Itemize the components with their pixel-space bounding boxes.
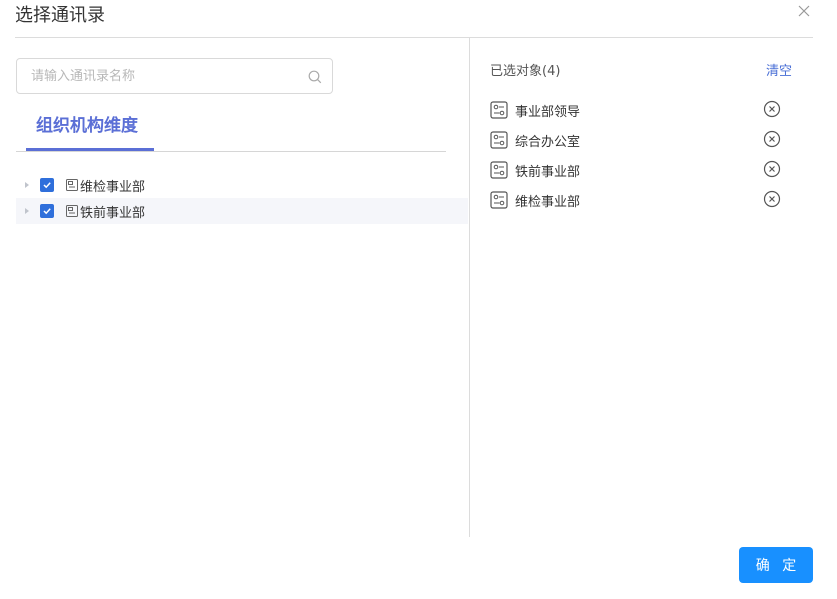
active-tab-indicator — [26, 148, 154, 151]
selected-header: 已选对象(4) 清空 — [490, 60, 792, 79]
dimension-tabs: 组织机构维度 — [16, 104, 446, 152]
select-contacts-dialog: 选择通讯录 组织机构维度 维检事业部 — [0, 0, 837, 599]
node-checkbox[interactable] — [40, 178, 54, 192]
remove-icon[interactable] — [763, 100, 781, 118]
org-unit-icon — [490, 101, 508, 119]
tree-node[interactable]: 维检事业部 — [16, 172, 468, 198]
tree-node-label: 铁前事业部 — [80, 205, 146, 221]
dialog-title: 选择通讯录 — [15, 5, 105, 26]
confirm-button[interactable]: 确 定 — [739, 547, 813, 583]
selected-item: 综合办公室 — [490, 125, 792, 155]
org-unit-icon — [490, 131, 508, 149]
node-checkbox[interactable] — [40, 204, 54, 218]
search-icon[interactable] — [308, 69, 322, 84]
selected-count-title: 已选对象(4) — [490, 64, 561, 79]
selected-item-label: 事业部领导 — [515, 104, 581, 120]
tree-node[interactable]: 铁前事业部 — [16, 198, 468, 224]
selected-item-label: 维检事业部 — [515, 194, 581, 210]
selected-item: 事业部领导 — [490, 95, 792, 125]
remove-icon[interactable] — [763, 190, 781, 208]
remove-icon[interactable] — [763, 130, 781, 148]
search-box — [16, 58, 333, 94]
close-icon[interactable] — [797, 4, 811, 18]
org-unit-icon — [490, 191, 508, 209]
selected-item-label: 综合办公室 — [515, 134, 581, 150]
org-node-icon — [66, 205, 78, 217]
header-divider — [15, 37, 813, 38]
remove-icon[interactable] — [763, 160, 781, 178]
search-input[interactable] — [31, 59, 301, 93]
tree-node-label: 维检事业部 — [80, 179, 146, 195]
org-unit-icon — [490, 161, 508, 179]
org-tree: 维检事业部 铁前事业部 — [16, 172, 468, 224]
clear-all-link[interactable]: 清空 — [766, 60, 792, 79]
selected-item-label: 铁前事业部 — [515, 164, 581, 180]
selected-item: 铁前事业部 — [490, 155, 792, 185]
org-node-icon — [66, 179, 78, 191]
selected-item: 维检事业部 — [490, 185, 792, 215]
tab-org-dimension[interactable]: 组织机构维度 — [26, 104, 148, 151]
panel-divider — [469, 38, 470, 537]
expand-arrow-icon[interactable] — [24, 207, 32, 215]
selected-list: 事业部领导 综合办公室 铁前事业部 维检事业部 — [490, 95, 792, 215]
expand-arrow-icon[interactable] — [24, 181, 32, 189]
